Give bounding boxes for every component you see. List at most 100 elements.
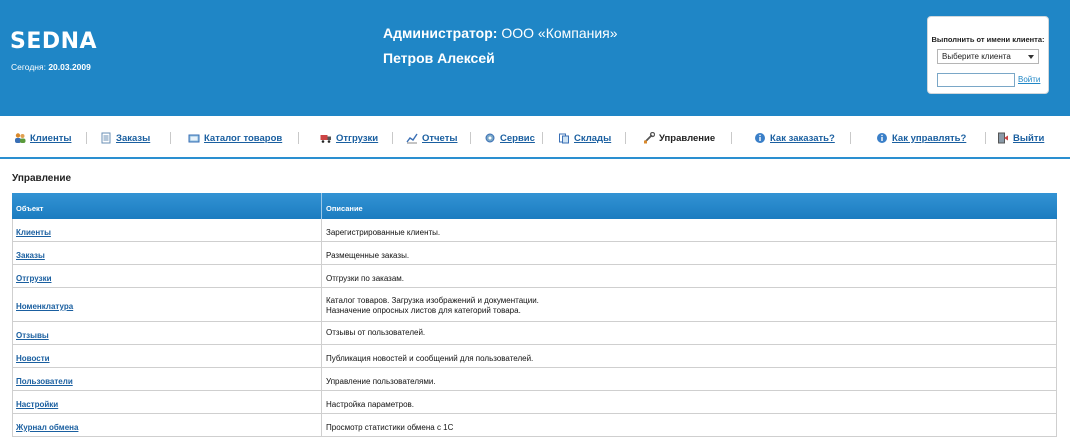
header: SEDNA Сегодня: 20.03.2009 Администратор:… (0, 0, 1070, 116)
row-object-link[interactable]: Отзывы (16, 331, 49, 340)
nav-management[interactable]: Управление (643, 130, 715, 146)
nav-separator (470, 132, 471, 144)
admin-company: ООО «Компания» (501, 25, 618, 41)
nav-divider-line (0, 157, 1070, 159)
nav-logout[interactable]: Выйти (997, 130, 1044, 146)
gear-icon (484, 132, 496, 144)
today-label: Сегодня: (11, 62, 49, 72)
admin-info: Администратор: ООО «Компания» (383, 25, 618, 41)
info-icon (876, 132, 888, 144)
nav-shipments[interactable]: Отгрузки (320, 130, 378, 146)
info-icon (754, 132, 766, 144)
nav-orders[interactable]: Заказы (100, 130, 150, 146)
table-row: Заказы Размещенные заказы. (13, 242, 1056, 265)
row-object-link[interactable]: Клиенты (16, 228, 51, 237)
nav-separator (392, 132, 393, 144)
cell-divider (321, 288, 322, 321)
nav-label: Сервис (500, 132, 535, 144)
row-object-link[interactable]: Настройки (16, 400, 58, 409)
nav-how-to-order[interactable]: Как заказать? (754, 130, 835, 146)
exit-icon (997, 132, 1009, 144)
nav-separator (985, 132, 986, 144)
row-description: Каталог товаров. Загрузка изображений и … (326, 296, 539, 305)
cell-divider (321, 345, 322, 367)
row-description: Отгрузки по заказам. (326, 274, 405, 283)
nav-separator (298, 132, 299, 144)
cell-divider (321, 219, 322, 241)
login-link[interactable]: Войти (1018, 75, 1040, 84)
nav-label: Выйти (1013, 132, 1045, 144)
logo: SEDNA (10, 29, 98, 54)
table-header: Объект Описание (12, 193, 1057, 219)
table-body: Клиенты Зарегистрированные клиенты. Зака… (12, 219, 1057, 437)
row-description: Отзывы от пользователей. (326, 328, 426, 337)
nav-separator (86, 132, 87, 144)
row-description: Публикация новостей и сообщений для поль… (326, 354, 534, 363)
row-object-link[interactable]: Заказы (16, 251, 45, 260)
row-object-link[interactable]: Журнал обмена (16, 423, 78, 432)
table-row: Новости Публикация новостей и сообщений … (13, 345, 1056, 368)
cell-divider (321, 242, 322, 264)
table-row: Номенклатура Каталог товаров. Загрузка и… (13, 288, 1056, 322)
client-select[interactable]: Выберите клиента (937, 49, 1039, 64)
nav-how-to-manage[interactable]: Как управлять? (876, 130, 966, 146)
table-row: Отзывы Отзывы от пользователей. (13, 322, 1056, 345)
chart-icon (406, 132, 418, 144)
users-icon (14, 132, 26, 144)
nav-label: Как управлять? (892, 132, 967, 144)
nav-label: Отгрузки (336, 132, 379, 144)
tools-icon (643, 131, 656, 144)
nav-clients[interactable]: Клиенты (14, 130, 71, 146)
table-row: Клиенты Зарегистрированные клиенты. (13, 219, 1056, 242)
cell-divider (321, 391, 322, 413)
row-description: Управление пользователями. (326, 377, 436, 386)
page-title: Управление (12, 173, 72, 184)
nav-service[interactable]: Сервис (484, 130, 535, 146)
today-value: 20.03.2009 (48, 62, 91, 72)
truck-icon (320, 132, 332, 144)
nav-separator (625, 132, 626, 144)
nav-catalog[interactable]: Каталог товаров (188, 130, 282, 146)
catalog-icon (188, 132, 200, 144)
today-date: Сегодня: 20.03.2009 (11, 62, 91, 72)
nav-label: Склады (574, 132, 612, 144)
impersonate-title: Выполнить от имени клиента: (931, 35, 1045, 44)
cell-divider (321, 322, 322, 344)
table-row: Настройки Настройка параметров. (13, 391, 1056, 414)
row-description: Просмотр статистики обмена с 1С (326, 423, 454, 432)
nav-label: Как заказать? (770, 132, 835, 144)
main-nav: Клиенты Заказы Каталог товаров Отгрузки … (0, 130, 1070, 148)
nav-warehouses[interactable]: Склады (558, 130, 611, 146)
nav-label: Клиенты (30, 132, 72, 144)
nav-label: Каталог товаров (204, 132, 283, 144)
nav-reports[interactable]: Отчеты (406, 130, 457, 146)
row-description: Размещенные заказы. (326, 251, 410, 260)
impersonate-client-box: Выполнить от имени клиента: Выберите кли… (927, 16, 1049, 94)
row-object-link[interactable]: Новости (16, 354, 50, 363)
row-description: Зарегистрированные клиенты. (326, 228, 441, 237)
nav-label: Отчеты (422, 132, 458, 144)
client-select-value: Выберите клиента (942, 52, 1011, 61)
row-description-line2: Назначение опросных листов для категорий… (326, 306, 521, 315)
nav-separator (731, 132, 732, 144)
nav-separator (850, 132, 851, 144)
header-divider (321, 193, 322, 219)
nav-label: Управление (659, 132, 716, 144)
row-description: Настройка параметров. (326, 400, 415, 409)
nav-label: Заказы (116, 132, 151, 144)
row-object-link[interactable]: Отгрузки (16, 274, 52, 283)
cell-divider (321, 368, 322, 390)
nav-separator (170, 132, 171, 144)
table-row: Отгрузки Отгрузки по заказам. (13, 265, 1056, 288)
nav-separator (542, 132, 543, 144)
row-object-link[interactable]: Номенклатура (16, 302, 73, 311)
cell-divider (321, 265, 322, 287)
admin-label: Администратор: (383, 25, 502, 41)
row-object-link[interactable]: Пользователи (16, 377, 73, 386)
user-name: Петров Алексей (383, 50, 495, 66)
col-header-description: Описание (326, 204, 363, 213)
document-icon (100, 132, 112, 144)
table-row: Пользователи Управление пользователями. (13, 368, 1056, 391)
chevron-down-icon (1028, 55, 1034, 59)
client-input[interactable] (937, 73, 1015, 87)
